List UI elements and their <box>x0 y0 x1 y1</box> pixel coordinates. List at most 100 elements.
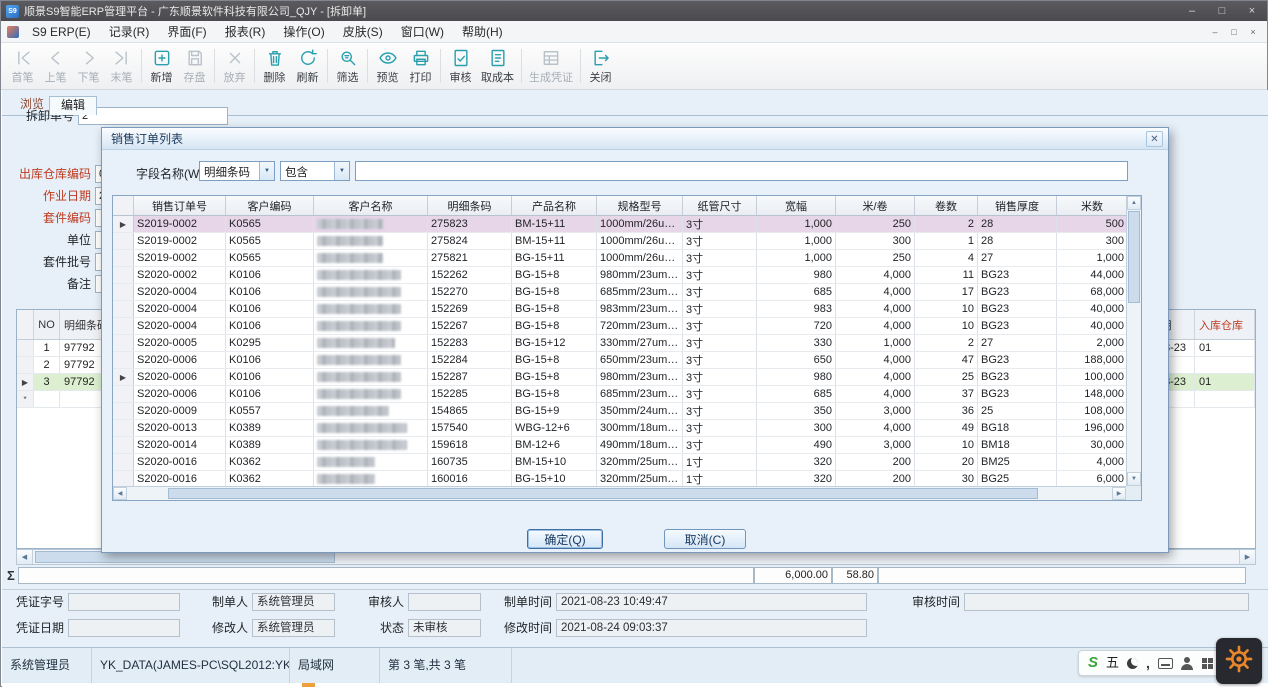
sales-order-row[interactable]: S2020-0006K0106152285BG-15+8685mm/23um…3… <box>113 386 1126 403</box>
next-icon <box>79 48 99 68</box>
status-cell-3: 局域网 <box>290 648 380 683</box>
scrollbar-thumb[interactable] <box>1128 211 1140 303</box>
audit-time-input[interactable] <box>964 593 1249 611</box>
cell: K0557 <box>226 403 314 419</box>
toolbar-button-audit[interactable]: 审核 <box>444 45 477 87</box>
grid-vscrollbar[interactable]: ▲ ▼ <box>1126 196 1141 486</box>
ok-button[interactable]: 确定(Q) <box>527 529 603 549</box>
operator-select[interactable]: 包含 ▼ <box>280 161 350 181</box>
menu-item-8[interactable]: 帮助(H) <box>453 21 512 42</box>
scrollbar-thumb[interactable] <box>168 488 1038 499</box>
status-input[interactable]: 未审核 <box>408 619 481 637</box>
sales-order-row[interactable]: S2020-0016K0362160735BM-15+10320mm/25um…… <box>113 454 1126 471</box>
sales-order-row[interactable]: S2020-0004K0106152269BG-15+8983mm/23um…3… <box>113 301 1126 318</box>
close-icon[interactable]: × <box>1237 1 1267 21</box>
cell: 300mm/18um… <box>597 420 683 436</box>
cell: 4,000 <box>836 318 915 334</box>
app-window: S9 顺景S9智能ERP管理平台 - 广东顺景软件科技有限公司_QJY - [拆… <box>0 0 1268 687</box>
cancel-button[interactable]: 取消(C) <box>664 529 746 549</box>
dialog-close-icon[interactable]: ✕ <box>1146 131 1163 147</box>
toolbar-button-print[interactable]: 打印 <box>404 45 437 87</box>
voucher-date-input[interactable] <box>68 619 180 637</box>
toolbox-grid-icon[interactable] <box>1202 658 1213 669</box>
cell: 980 <box>757 369 836 385</box>
mdi-restore-icon[interactable]: □ <box>1226 24 1242 39</box>
sales-order-row[interactable]: S2019-0002K0565275821BG-15+111000mm/26u…… <box>113 250 1126 267</box>
punctuation-icon[interactable]: , <box>1146 658 1150 668</box>
preview-icon <box>378 48 398 68</box>
filter-search-input[interactable] <box>355 161 1128 181</box>
toolbar-button-delete[interactable]: 删除 <box>258 45 291 87</box>
mdi-close-icon[interactable]: × <box>1245 24 1261 39</box>
sales-order-row[interactable]: S2020-0013K0389157540WBG-12+6300mm/18um…… <box>113 420 1126 437</box>
ime-mode-label[interactable]: 五 <box>1106 655 1119 671</box>
sogou-logo-icon[interactable]: S <box>1088 655 1098 671</box>
grid-hscrollbar[interactable]: ◀ ▶ <box>113 486 1126 500</box>
minimize-icon[interactable]: – <box>1177 1 1207 21</box>
cell: 4,000 <box>836 284 915 300</box>
cell: 4 <box>915 250 978 266</box>
cell: 152285 <box>428 386 512 402</box>
sales-order-row[interactable]: S2020-0006K0106152284BG-15+8650mm/23um…3… <box>113 352 1126 369</box>
auditor-input[interactable] <box>408 593 481 611</box>
cell: BG-15+9 <box>512 403 597 419</box>
menu-item-4[interactable]: 报表(R) <box>216 21 275 42</box>
account-icon[interactable] <box>1181 657 1194 670</box>
half-width-moon-icon[interactable] <box>1127 658 1138 669</box>
scroll-left-icon[interactable]: ◀ <box>113 487 127 500</box>
modifier-input[interactable]: 系统管理员 <box>252 619 335 637</box>
toolbar-button-refresh[interactable]: 刷新 <box>291 45 324 87</box>
sales-order-row[interactable]: S2020-0014K0389159618BM-12+6490mm/18um…3… <box>113 437 1126 454</box>
mdi-minimize-icon[interactable]: – <box>1207 24 1223 39</box>
field-name-select[interactable]: 明细条码 ▼ <box>199 161 275 181</box>
creator-input[interactable]: 系统管理员 <box>252 593 335 611</box>
tab-edit[interactable]: 编辑 <box>49 96 97 115</box>
menu-item-7[interactable]: 窗口(W) <box>392 21 453 42</box>
menu-item-6[interactable]: 皮肤(S) <box>334 21 392 42</box>
chevron-down-icon[interactable]: ▼ <box>259 162 274 180</box>
menu-bar: S9 ERP(E)记录(R)界面(F)报表(R)操作(O)皮肤(S)窗口(W)帮… <box>1 21 1267 43</box>
cell: S2020-0005 <box>134 335 226 351</box>
create-time-input[interactable]: 2021-08-23 10:49:47 <box>556 593 867 611</box>
cell: 4,000 <box>836 420 915 436</box>
toolbar-button-cost[interactable]: 取成本 <box>477 45 518 87</box>
sales-order-row[interactable]: S2020-0002K0106152262BG-15+8980mm/23um…3… <box>113 267 1126 284</box>
menu-item-3[interactable]: 界面(F) <box>158 21 215 42</box>
menu-item-1[interactable]: S9 ERP(E) <box>23 21 100 42</box>
menu-item-5[interactable]: 操作(O) <box>274 21 333 42</box>
filter-icon <box>338 48 358 68</box>
chevron-down-icon[interactable]: ▼ <box>334 162 349 180</box>
sales-order-row[interactable]: S2020-0009K0557154865BG-15+9350mm/24um…3… <box>113 403 1126 420</box>
voucher-no-input[interactable] <box>68 593 180 611</box>
cell: S2020-0006 <box>134 369 226 385</box>
maximize-icon[interactable]: □ <box>1207 1 1237 21</box>
sales-order-row[interactable]: S2020-0004K0106152267BG-15+8720mm/23um…3… <box>113 318 1126 335</box>
floating-assistant-widget[interactable] <box>1216 638 1262 684</box>
sales-order-row[interactable]: S2020-0004K0106152270BG-15+8685mm/23um…3… <box>113 284 1126 301</box>
sales-order-row[interactable]: S2019-0002K0565275824BM-15+111000mm/26u…… <box>113 233 1126 250</box>
toolbar-button-filter[interactable]: 筛选 <box>331 45 364 87</box>
soft-keyboard-icon[interactable] <box>1158 658 1173 669</box>
toolbar-button-close[interactable]: 关闭 <box>584 45 617 87</box>
status-label: 状态 <box>356 619 404 637</box>
column-header-1: 销售订单号 <box>134 196 226 215</box>
cell: 3,000 <box>836 403 915 419</box>
cell: K0106 <box>226 352 314 368</box>
sales-order-row[interactable]: ▶S2020-0006K0106152287BG-15+8980mm/23um…… <box>113 369 1126 386</box>
cell: 3寸 <box>683 267 757 283</box>
sales-order-row[interactable]: ▶S2019-0002K0565275823BM-15+111000mm/26u… <box>113 216 1126 233</box>
toolbar-button-label: 末笔 <box>111 69 133 85</box>
redacted-customer-name <box>317 219 383 229</box>
toolbar-button-add[interactable]: 新增 <box>145 45 178 87</box>
menu-item-2[interactable]: 记录(R) <box>100 21 159 42</box>
cell: 10 <box>915 301 978 317</box>
cell: 1 <box>915 233 978 249</box>
scroll-right-icon[interactable]: ▶ <box>1112 487 1126 500</box>
sales-order-row[interactable]: S2020-0016K0362160016BG-15+10320mm/25um…… <box>113 471 1126 486</box>
scroll-down-icon[interactable]: ▼ <box>1127 472 1141 486</box>
toolbar-button-preview[interactable]: 预览 <box>371 45 404 87</box>
scroll-up-icon[interactable]: ▲ <box>1127 196 1141 210</box>
sales-order-row[interactable]: S2020-0005K0295152283BG-15+12330mm/27um…… <box>113 335 1126 352</box>
cell: S2020-0004 <box>134 318 226 334</box>
modify-time-input[interactable]: 2021-08-24 09:03:37 <box>556 619 867 637</box>
